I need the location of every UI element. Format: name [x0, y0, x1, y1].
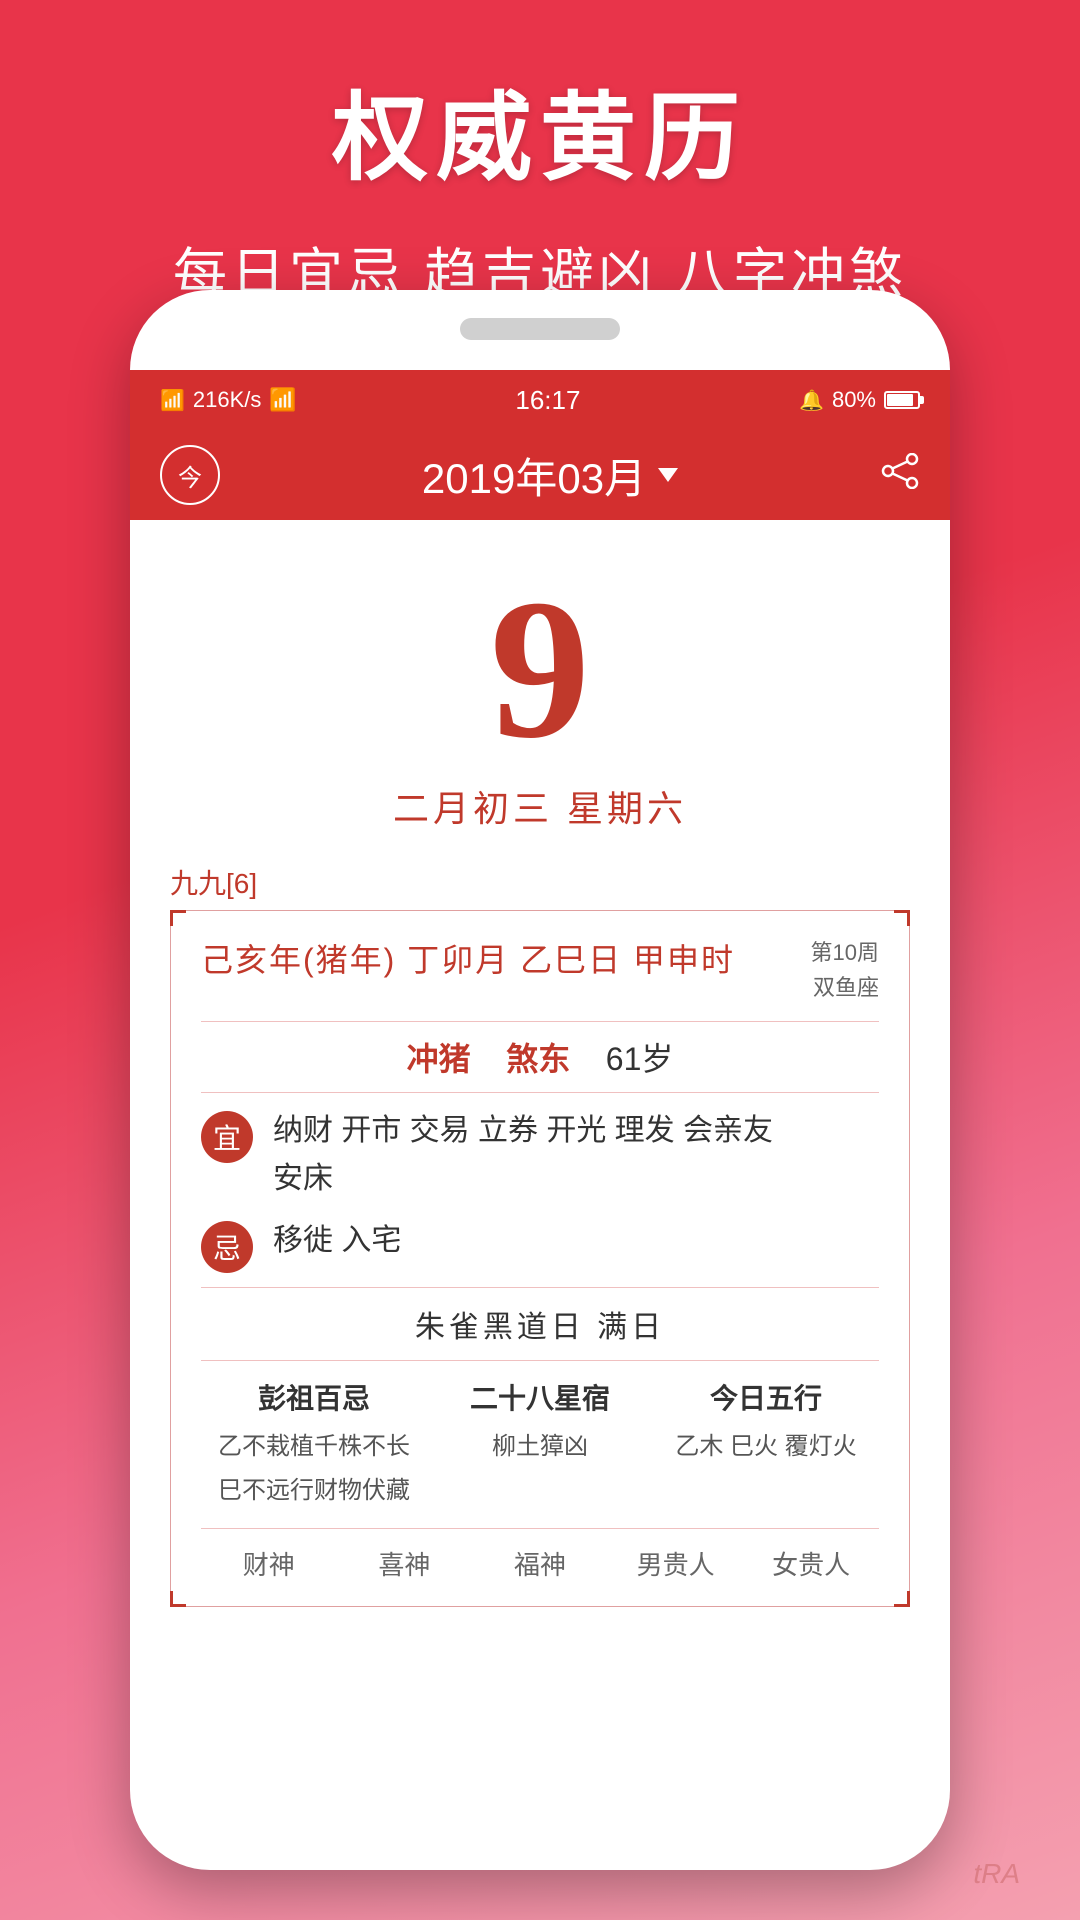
- info-section: 九九[6] 己亥年(猪年) 丁卯月 乙巳日 甲申时 第10周 双鱼座 冲猪: [170, 842, 910, 1627]
- bottom-row: 财神 喜神 福神 男贵人 女贵人: [201, 1528, 879, 1582]
- wuxing-title: 今日五行: [663, 1377, 869, 1417]
- ji-label: 忌: [213, 1227, 241, 1267]
- app-header: 今 2019年03月: [130, 430, 950, 520]
- card-corner-bl: [170, 1591, 186, 1607]
- bottom-item-0: 财神: [201, 1545, 337, 1582]
- yi-row: 宜 纳财 开市 交易 立券 开光 理发 会亲友安床: [201, 1107, 879, 1203]
- card-corner-tl: [170, 910, 186, 926]
- divider-4: [201, 1360, 879, 1361]
- trad-header: 己亥年(猪年) 丁卯月 乙巳日 甲申时 第10周 双鱼座: [201, 935, 879, 1005]
- divider-1: [201, 1021, 879, 1022]
- yi-badge: 宜: [201, 1111, 253, 1163]
- phone-mockup: 📶 216K/s 📶 16:17 🔔 80% 今 2019年03月: [130, 290, 950, 1870]
- ji-content: 移徙 入宅: [273, 1217, 879, 1265]
- xiu-col: 二十八星宿 柳土獐凶: [427, 1377, 653, 1511]
- bottom-item-1: 喜神: [337, 1545, 473, 1582]
- jiujiu-label: 九九[6]: [170, 862, 910, 902]
- divider-3: [201, 1287, 879, 1288]
- ji-row: 忌 移徙 入宅: [201, 1217, 879, 1273]
- battery-percent: 80%: [832, 387, 876, 413]
- status-bar: 📶 216K/s 📶 16:17 🔔 80%: [130, 370, 950, 430]
- ji-badge: 忌: [201, 1221, 253, 1273]
- watermark: tRA: [973, 1858, 1020, 1890]
- battery-icon: [884, 391, 920, 409]
- chong-sha-row: 冲猪 煞东 61岁: [201, 1034, 879, 1080]
- signal-icon: 📶: [160, 388, 185, 413]
- bottom-item-4: 女贵人: [743, 1545, 879, 1582]
- card-corner-tr: [894, 910, 910, 926]
- yi-content: 纳财 开市 交易 立券 开光 理发 会亲友安床: [273, 1107, 879, 1203]
- date-display: 9 二月初三 星期六: [170, 540, 910, 842]
- wifi-icon: 📶: [269, 387, 296, 413]
- divider-2: [201, 1092, 879, 1093]
- month-selector[interactable]: 2019年03月: [422, 445, 678, 506]
- chong-text: 冲猪: [407, 1041, 471, 1077]
- month-display-text: 2019年03月: [422, 445, 646, 506]
- age-text: 61岁: [606, 1041, 674, 1077]
- day-number: 9: [170, 570, 910, 770]
- zodiac-text: 双鱼座: [811, 970, 879, 1005]
- week-zodiac: 第10周 双鱼座: [811, 935, 879, 1005]
- phone-speaker: [460, 318, 620, 340]
- main-title: 权威黄历: [0, 60, 1080, 199]
- traditional-info-card: 己亥年(猪年) 丁卯月 乙巳日 甲申时 第10周 双鱼座 冲猪 煞东 61岁: [170, 910, 910, 1607]
- status-right: 🔔 80%: [799, 387, 920, 413]
- three-cols: 彭祖百忌 乙不栽植千株不长 巳不远行财物伏藏 二十八星宿 柳土獐凶 今日五行 乙…: [201, 1377, 879, 1511]
- alarm-icon: 🔔: [799, 388, 824, 413]
- peng-zu-content: 乙不栽植千株不长 巳不远行财物伏藏: [211, 1425, 417, 1511]
- today-label: 今: [178, 458, 202, 493]
- peng-zu-col: 彭祖百忌 乙不栽植千株不长 巳不远行财物伏藏: [201, 1377, 427, 1511]
- wuxing-content: 乙木 巳火 覆灯火: [663, 1425, 869, 1468]
- share-button[interactable]: [880, 453, 920, 498]
- zhuri-text: 朱雀黑道日 满日: [201, 1302, 879, 1346]
- speed-text: 216K/s: [193, 387, 262, 413]
- status-left: 📶 216K/s 📶: [160, 387, 297, 413]
- bottom-item-3: 男贵人: [608, 1545, 744, 1582]
- calendar-content: 9 二月初三 星期六 九九[6] 己亥年(猪年) 丁卯月 乙巳日 甲申时 第10…: [130, 520, 950, 1647]
- xiu-title: 二十八星宿: [437, 1377, 643, 1417]
- xiu-content: 柳土獐凶: [437, 1425, 643, 1468]
- week-text: 第10周: [811, 935, 879, 970]
- trad-date-text: 己亥年(猪年) 丁卯月 乙巳日 甲申时: [201, 935, 735, 981]
- wuxing-col: 今日五行 乙木 巳火 覆灯火: [653, 1377, 879, 1511]
- sha-text: 煞东: [506, 1041, 570, 1077]
- dropdown-arrow-icon: [658, 468, 678, 482]
- lunar-date-text: 二月初三 星期六: [170, 780, 910, 832]
- today-button[interactable]: 今: [160, 445, 220, 505]
- bottom-item-2: 福神: [472, 1545, 608, 1582]
- peng-zu-title: 彭祖百忌: [211, 1377, 417, 1417]
- card-corner-br: [894, 1591, 910, 1607]
- yi-label: 宜: [213, 1117, 241, 1157]
- status-time: 16:17: [515, 385, 580, 416]
